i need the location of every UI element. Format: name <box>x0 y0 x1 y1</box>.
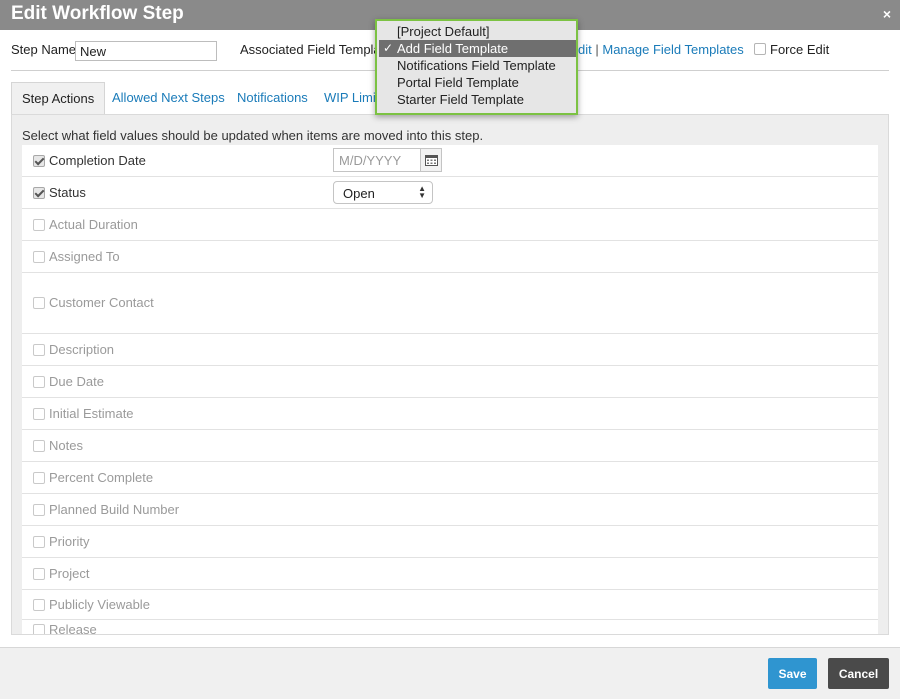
field-label: Percent Complete <box>49 469 154 485</box>
field-checkbox[interactable] <box>33 375 45 388</box>
field-label: Project <box>49 565 90 581</box>
dropdown-option[interactable]: Notifications Field Template <box>379 57 576 74</box>
status-select-value: Open <box>343 186 375 201</box>
field-template-dropdown[interactable]: [Project Default] ✓ Add Field Template Noti… <box>375 19 578 115</box>
field-checkbox[interactable] <box>33 218 45 231</box>
field-checkbox[interactable] <box>33 535 45 548</box>
panel-description: Select what field values should be updat… <box>22 128 484 143</box>
field-checkbox[interactable] <box>33 297 45 309</box>
field-row: Planned Build Number <box>22 494 878 526</box>
field-row: Notes <box>22 430 878 462</box>
associated-field-template-label: Associated Field Templat <box>240 42 385 57</box>
edit-template-link[interactable]: dit <box>578 42 592 57</box>
field-checkbox[interactable] <box>33 154 45 167</box>
field-checkbox[interactable] <box>33 567 45 580</box>
completion-date-input[interactable] <box>333 148 421 172</box>
field-label: Due Date <box>49 373 104 389</box>
dropdown-option[interactable]: [Project Default] <box>379 23 576 40</box>
field-label: Priority <box>49 533 90 549</box>
dropdown-option[interactable]: Starter Field Template <box>379 91 576 108</box>
field-label: Notes <box>49 437 83 453</box>
field-row: Completion Date <box>22 145 878 177</box>
field-row: Initial Estimate <box>22 398 878 430</box>
field-checkbox[interactable] <box>33 598 45 611</box>
field-row: Status Open ▲ ▼ <box>22 177 878 209</box>
force-edit-checkbox[interactable] <box>754 43 766 55</box>
dropdown-option-label: Portal Field Template <box>397 75 519 90</box>
step-actions-panel: Select what field values should be updat… <box>11 114 889 635</box>
force-edit-label: Force Edit <box>770 42 830 57</box>
close-icon[interactable]: × <box>883 6 891 22</box>
field-label: Description <box>49 341 115 357</box>
dialog-title: Edit Workflow Step <box>11 3 184 24</box>
field-row: Project <box>22 558 878 590</box>
field-row: Priority <box>22 526 878 558</box>
field-checkbox[interactable] <box>33 503 45 516</box>
tab-allowed-next-steps[interactable]: Allowed Next Steps <box>102 82 235 114</box>
tab-step-actions[interactable]: Step Actions <box>11 82 106 114</box>
step-name-label: Step Name <box>11 42 77 57</box>
field-row: Due Date <box>22 366 878 398</box>
field-label: Publicly Viewable <box>49 596 150 612</box>
step-name-input[interactable] <box>75 41 217 61</box>
dropdown-option-label: Starter Field Template <box>397 92 524 107</box>
template-links: dit | Manage Field Templates <box>578 42 744 57</box>
field-row: Description <box>22 334 878 366</box>
field-row: Percent Complete <box>22 462 878 494</box>
field-checkbox[interactable] <box>33 623 45 634</box>
field-row: Publicly Viewable <box>22 590 878 620</box>
field-label: Release <box>49 621 97 635</box>
field-label: Completion Date <box>49 152 146 168</box>
dropdown-option[interactable]: ✓ Add Field Template <box>379 40 576 57</box>
field-label: Status <box>49 184 86 200</box>
field-list: Completion Date Status Open ▲▼ Actual Durati… <box>22 145 878 635</box>
field-label: Actual Duration <box>49 216 138 232</box>
field-checkbox[interactable] <box>33 186 45 199</box>
tab-notifications[interactable]: Notifications <box>227 82 318 114</box>
dropdown-option-label: Add Field Template <box>397 41 509 56</box>
cancel-button[interactable]: Cancel <box>828 658 889 689</box>
field-checkbox[interactable] <box>33 343 45 356</box>
save-button[interactable]: Save <box>768 658 817 689</box>
field-label: Assigned To <box>49 248 120 264</box>
field-row: Assigned To <box>22 241 878 273</box>
select-arrows-icon: ▲ ▼ <box>418 184 426 200</box>
field-row: Release <box>22 620 878 635</box>
dropdown-option-label: Notifications Field Template <box>397 58 556 73</box>
dialog-footer: Save Cancel <box>0 647 900 699</box>
dropdown-option[interactable]: Portal Field Template <box>379 74 576 91</box>
field-checkbox[interactable] <box>33 471 45 484</box>
field-row: Customer Contact <box>22 273 878 334</box>
field-label: Customer Contact <box>49 295 154 310</box>
calendar-icon[interactable] <box>420 148 442 172</box>
field-label: Planned Build Number <box>49 501 180 517</box>
manage-field-templates-link[interactable]: Manage Field Templates <box>602 42 743 57</box>
field-label: Initial Estimate <box>49 405 134 421</box>
status-select[interactable]: Open ▲ ▼ <box>333 181 433 204</box>
field-checkbox[interactable] <box>33 250 45 263</box>
dropdown-option-label: [Project Default] <box>397 24 490 39</box>
field-checkbox[interactable] <box>33 407 45 420</box>
field-row: Actual Duration <box>22 209 878 241</box>
field-checkbox[interactable] <box>33 439 45 452</box>
checkmark-icon: ✓ <box>383 41 394 55</box>
link-separator: | <box>595 42 599 57</box>
